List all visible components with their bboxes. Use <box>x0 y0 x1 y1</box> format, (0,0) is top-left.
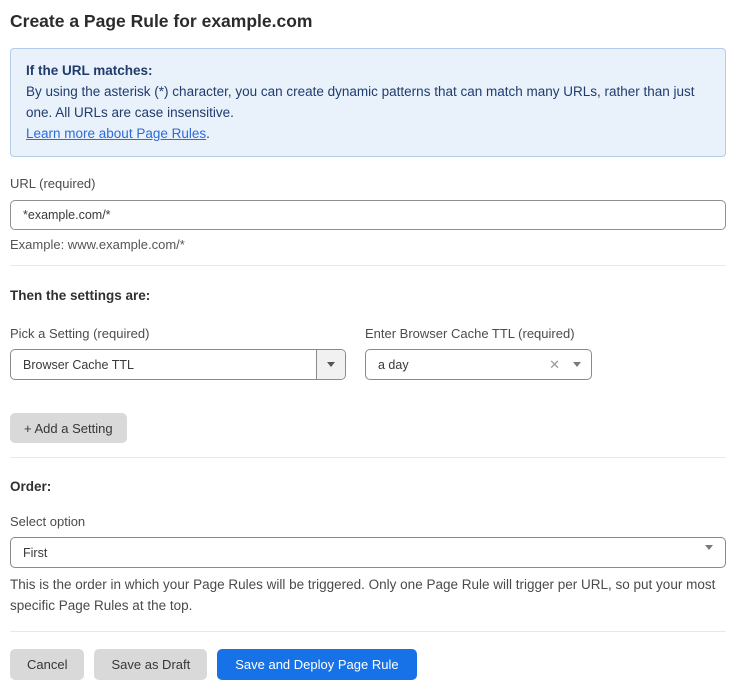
url-field-label: URL (required) <box>10 176 726 191</box>
link-suffix: . <box>206 126 210 141</box>
chevron-down-icon <box>573 362 581 367</box>
setting-picker-arrow-box[interactable] <box>316 350 345 379</box>
settings-row: Pick a Setting (required) Browser Cache … <box>10 326 726 380</box>
info-box-body: By using the asterisk (*) character, you… <box>26 81 710 123</box>
learn-more-link[interactable]: Learn more about Page Rules <box>26 126 206 141</box>
setting-picker-group: Pick a Setting (required) Browser Cache … <box>10 326 346 380</box>
order-description: This is the order in which your Page Rul… <box>10 574 726 616</box>
order-select-value: First <box>23 546 47 560</box>
info-box-heading: If the URL matches: <box>26 60 710 81</box>
setting-picker-select[interactable]: Browser Cache TTL <box>10 349 346 380</box>
actions-bar: Cancel Save as Draft Save and Deploy Pag… <box>10 649 726 680</box>
order-section-heading: Order: <box>10 479 726 495</box>
chevron-down-icon <box>705 550 713 564</box>
chevron-down-icon <box>327 362 335 367</box>
setting-picker-value: Browser Cache TTL <box>11 358 316 372</box>
divider <box>10 265 726 266</box>
clear-icon[interactable]: ✕ <box>549 358 560 371</box>
info-box: If the URL matches: By using the asteris… <box>10 48 726 157</box>
divider <box>10 457 726 458</box>
info-box-link-line: Learn more about Page Rules. <box>26 123 710 144</box>
save-as-draft-button[interactable]: Save as Draft <box>94 649 207 680</box>
order-select[interactable]: First <box>10 537 726 568</box>
cancel-button[interactable]: Cancel <box>10 649 84 680</box>
ttl-picker-select[interactable]: a day ✕ <box>365 349 592 380</box>
page-title: Create a Page Rule for example.com <box>10 10 726 32</box>
url-input[interactable] <box>10 200 726 230</box>
settings-section-heading: Then the settings are: <box>10 288 726 304</box>
divider <box>10 631 726 632</box>
page-rule-form: Create a Page Rule for example.com If th… <box>0 10 736 680</box>
setting-picker-label: Pick a Setting (required) <box>10 326 346 341</box>
ttl-picker-label: Enter Browser Cache TTL (required) <box>365 326 592 341</box>
save-and-deploy-button[interactable]: Save and Deploy Page Rule <box>217 649 416 680</box>
ttl-picker-group: Enter Browser Cache TTL (required) a day… <box>365 326 592 380</box>
order-select-label: Select option <box>10 514 726 529</box>
add-setting-button[interactable]: + Add a Setting <box>10 413 127 443</box>
ttl-picker-value: a day <box>378 358 549 372</box>
url-example-helper: Example: www.example.com/* <box>10 237 726 252</box>
